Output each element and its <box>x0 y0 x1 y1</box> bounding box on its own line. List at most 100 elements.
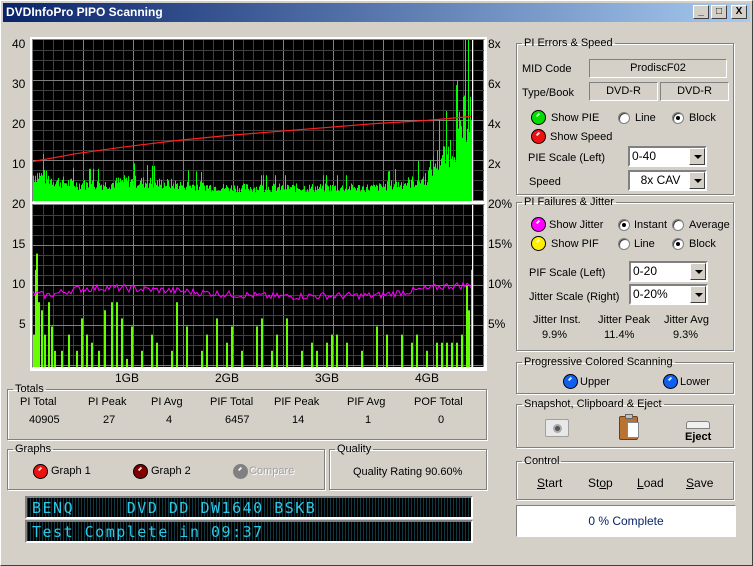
pie-bar <box>298 189 299 201</box>
pie-bar <box>400 185 401 201</box>
pif-bar <box>231 327 233 368</box>
eject-label[interactable]: Eject <box>685 431 711 443</box>
jitter-instant-label[interactable]: Instant <box>634 219 667 231</box>
pie-line-radio[interactable] <box>618 112 630 124</box>
graph1-led-icon[interactable] <box>33 464 48 479</box>
pif-bar <box>331 335 333 367</box>
pie-bar <box>87 183 88 201</box>
speed-select[interactable]: 8x CAV <box>628 170 707 191</box>
pie-bar <box>210 185 211 201</box>
pif-block-label[interactable]: Block <box>689 238 716 250</box>
pie-bar <box>90 169 91 201</box>
show-pif-label[interactable]: Show PIF <box>551 238 599 250</box>
pie-bar <box>172 186 173 201</box>
pie-bar <box>397 187 398 201</box>
jitter-scale-label: Jitter Scale (Right) <box>529 291 619 303</box>
pie-bar <box>177 183 178 201</box>
quality-legend: Quality <box>335 443 373 455</box>
pie-bar <box>109 187 110 201</box>
chevron-down-icon[interactable] <box>690 286 706 303</box>
pie-line-label[interactable]: Line <box>635 112 656 124</box>
pif-bar <box>411 343 413 367</box>
pie-bar <box>138 185 139 201</box>
pie-bar <box>347 190 348 201</box>
lower-label[interactable]: Lower <box>680 376 710 388</box>
chevron-down-icon[interactable] <box>689 148 705 165</box>
show-pie-label[interactable]: Show PIE <box>551 112 599 124</box>
pie-bar <box>419 181 420 201</box>
pif-bar <box>171 351 173 367</box>
pif-line-label[interactable]: Line <box>634 238 655 250</box>
pie-bar <box>425 173 426 201</box>
stop-button[interactable]: Stop <box>588 476 613 490</box>
start-button[interactable]: Start <box>537 476 562 490</box>
show-jitter-label[interactable]: Show Jitter <box>549 219 603 231</box>
title-bar[interactable]: DVDInfoPro PIPO Scanning _ □ X <box>3 3 750 22</box>
pif-line-radio[interactable] <box>618 238 630 250</box>
load-button[interactable]: Load <box>637 476 664 490</box>
totals-header: PI Total <box>20 396 57 408</box>
pif-scale-select[interactable]: 0-20 <box>629 261 708 282</box>
pie-bar <box>324 191 325 201</box>
pif-bar <box>186 327 188 368</box>
pie-bar <box>53 182 54 201</box>
pie-bar <box>374 185 375 201</box>
save-button[interactable]: Save <box>686 476 713 490</box>
pie-bar <box>105 182 106 201</box>
quality-rating: Quality Rating 90.60% <box>353 466 462 478</box>
maximize-button[interactable]: □ <box>711 5 727 19</box>
pie-bar <box>381 186 382 201</box>
pie-bar <box>311 187 312 201</box>
show-speed-led-icon[interactable] <box>531 129 546 144</box>
show-speed-label[interactable]: Show Speed <box>550 131 612 143</box>
camera-icon[interactable] <box>545 419 569 437</box>
jitter-average-label[interactable]: Average <box>689 219 730 231</box>
graph1-label[interactable]: Graph 1 <box>51 465 91 477</box>
jitter-average-radio[interactable] <box>672 219 684 231</box>
clipboard-icon[interactable] <box>619 416 638 440</box>
upper-led-icon[interactable] <box>563 374 578 389</box>
totals-value: 1 <box>365 414 371 426</box>
pif-block-radio[interactable] <box>672 238 684 250</box>
pie-bar <box>99 183 100 201</box>
graph2-led-icon[interactable] <box>133 464 148 479</box>
show-jitter-led-icon[interactable] <box>531 217 546 232</box>
pie-bar <box>145 183 146 201</box>
jitter-instant-radio[interactable] <box>618 219 630 231</box>
pie-bar <box>192 185 193 201</box>
close-button[interactable]: X <box>731 5 747 19</box>
pie-bar <box>126 178 127 201</box>
jitter-scale-select[interactable]: 0-20% <box>629 284 708 305</box>
pie-bar <box>460 120 461 201</box>
chevron-down-icon[interactable] <box>690 263 706 280</box>
pie-bar <box>312 184 313 201</box>
pie-bar <box>101 185 102 201</box>
eject-icon[interactable] <box>686 421 710 429</box>
pie-bar <box>59 186 60 201</box>
chevron-down-icon[interactable] <box>689 172 705 189</box>
lower-led-icon[interactable] <box>663 374 678 389</box>
pie-bar <box>33 176 34 201</box>
pie-bar <box>467 129 468 201</box>
pie-bar <box>432 176 433 201</box>
pie-bar <box>114 188 115 201</box>
show-pif-led-icon[interactable] <box>531 236 546 251</box>
pie-bar <box>394 184 395 201</box>
pie-scale-select[interactable]: 0-40 <box>628 146 707 167</box>
upper-label[interactable]: Upper <box>580 376 610 388</box>
pie-bar <box>123 182 124 201</box>
minimize-button[interactable]: _ <box>693 5 709 19</box>
pie-bar <box>63 177 64 201</box>
pie-bar <box>255 192 256 201</box>
pif-bar <box>271 351 273 367</box>
show-pie-led-icon[interactable] <box>531 110 546 125</box>
pie-bar <box>54 186 55 201</box>
pie-bar <box>129 187 130 201</box>
pie-bar <box>88 187 89 201</box>
progressive-scanning-group: Progressive Colored Scanning <box>516 356 734 394</box>
pie-block-label[interactable]: Block <box>689 112 716 124</box>
pie-bar <box>182 185 183 201</box>
pie-bar <box>121 181 122 201</box>
pie-block-radio[interactable] <box>672 112 684 124</box>
graph2-label[interactable]: Graph 2 <box>151 465 191 477</box>
